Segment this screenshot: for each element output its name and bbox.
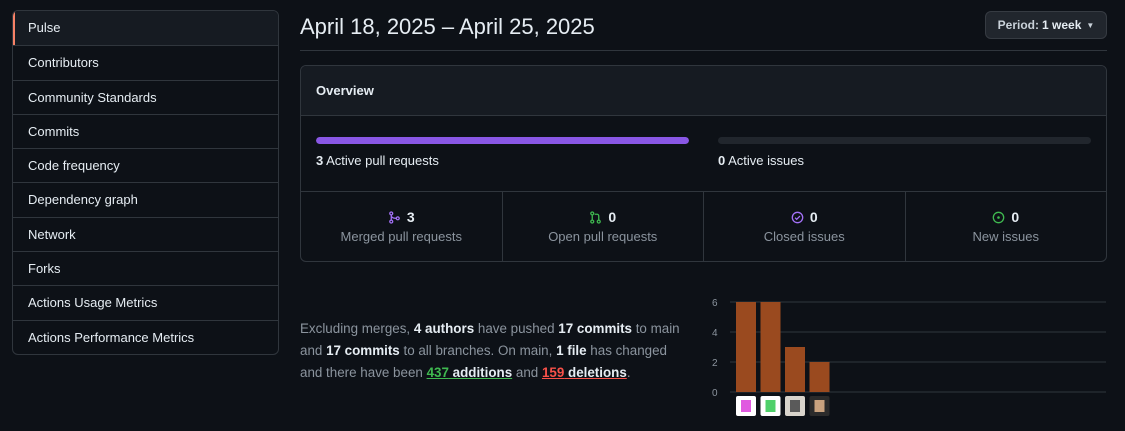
contributor-avatar[interactable] — [809, 396, 830, 416]
contributor-avatar[interactable] — [785, 396, 805, 416]
new-issues-label: New issues — [972, 229, 1039, 244]
overview-progress: 3 Active pull requests 0 Active issues — [301, 116, 1106, 192]
new-issues-count: 0 — [1011, 209, 1020, 225]
stat-closed-issues[interactable]: 0 Closed issues — [703, 192, 905, 261]
check-circle-icon — [791, 211, 804, 223]
pull-request-icon — [590, 210, 602, 224]
summary-text: have pushed — [474, 321, 559, 336]
pulse-date-range: April 18, 2025 – April 25, 2025 — [300, 14, 595, 39]
merge-icon — [388, 210, 400, 224]
header-divider — [300, 50, 1107, 51]
open-prs-count: 0 — [608, 209, 617, 225]
avatar-figure — [741, 400, 751, 412]
y-tick-label: 2 — [712, 358, 718, 369]
y-tick-label: 6 — [712, 298, 718, 309]
commits-all-count: 17 commits — [326, 343, 400, 358]
contributor-avatar[interactable] — [760, 396, 781, 416]
dot-circle-icon — [992, 211, 1005, 223]
chart-bar — [809, 362, 830, 392]
authors-count: 4 authors — [413, 321, 475, 336]
sidebar-item-pulse[interactable]: Pulse — [13, 11, 278, 46]
active-prs-link[interactable]: 3 Active pull requests — [316, 153, 439, 168]
additions-count: 437 — [426, 365, 449, 380]
contributor-avatar[interactable] — [736, 396, 756, 416]
sidebar-item-actions-usage-metrics[interactable]: Actions Usage Metrics — [13, 285, 278, 319]
y-tick-label: 0 — [712, 388, 718, 399]
repo-insights-sidebar: Pulse Contributors Community Standards Comm… — [12, 10, 279, 355]
sidebar-item-code-frequency[interactable]: Code frequency — [13, 148, 278, 182]
summary-text: and — [512, 365, 542, 380]
overview-title: Overview — [301, 66, 1106, 116]
active-prs-count: 3 — [316, 153, 324, 168]
stat-open-prs[interactable]: 0 Open pull requests — [501, 192, 704, 261]
summary-text: . — [626, 365, 631, 380]
deletions-word: deletions — [564, 365, 627, 380]
deletions-count: 159 — [541, 365, 565, 380]
sidebar-item-contributors[interactable]: Contributors — [13, 45, 278, 79]
additions-word: additions — [448, 365, 513, 380]
chart-bar — [785, 347, 805, 392]
y-tick-label: 4 — [712, 328, 718, 339]
sidebar-item-dependency-graph[interactable]: Dependency graph — [13, 182, 278, 216]
stat-new-issues[interactable]: 0 New issues — [904, 192, 1107, 261]
active-issues-count: 0 — [718, 153, 726, 168]
summary-text: Excluding merges, — [300, 321, 414, 336]
avatar-figure — [765, 400, 776, 412]
merged-prs-count: 3 — [406, 209, 415, 225]
stat-merged-prs[interactable]: 3 Merged pull requests — [301, 192, 502, 261]
issues-progress-bar — [718, 137, 1091, 144]
sidebar-item-actions-performance-metrics[interactable]: Actions Performance Metrics — [13, 319, 278, 354]
avatar-figure — [814, 400, 825, 412]
overview-stats: 3 Merged pull requests 0 Open pull reque… — [301, 192, 1106, 261]
sidebar-item-commits[interactable]: Commits — [13, 113, 278, 148]
period-prefix: Period: — [997, 18, 1040, 32]
sidebar-item-network[interactable]: Network — [13, 216, 278, 251]
merged-prs-label: Merged pull requests — [340, 229, 462, 244]
deletions-link[interactable]: 159 deletions — [542, 365, 627, 380]
period-value: 1 week — [1042, 18, 1082, 32]
chart-bar — [760, 302, 781, 392]
sidebar-item-community-standards[interactable]: Community Standards — [13, 79, 278, 114]
chart-bar — [736, 302, 756, 392]
sidebar-item-forks[interactable]: Forks — [13, 251, 278, 285]
closed-issues-count: 0 — [809, 209, 818, 225]
summary-text: to all branches. On main, — [399, 343, 557, 358]
commit-summary: Excluding merges, 4 authors have pushed … — [300, 318, 690, 384]
pr-progress-bar — [316, 137, 689, 144]
period-dropdown-button[interactable]: Period: 1 week ▼ — [985, 11, 1107, 39]
closed-issues-label: Closed issues — [763, 229, 845, 244]
additions-link[interactable]: 437 additions — [427, 365, 513, 380]
commits-main-count: 17 commits — [558, 321, 632, 336]
files-changed-count: 1 file — [556, 343, 587, 358]
active-issues-link[interactable]: 0 Active issues — [718, 153, 804, 168]
open-prs-label: Open pull requests — [548, 229, 658, 244]
overview-panel: Overview 3 Active pull requests 0 Active… — [300, 65, 1107, 262]
active-issues-label: Active issues — [728, 153, 805, 168]
active-prs-label: Active pull requests — [326, 153, 439, 168]
pr-progress-fill — [316, 137, 689, 144]
commits-by-author-chart: 0 2 4 6 — [712, 298, 1106, 416]
caret-down-icon: ▼ — [1086, 20, 1095, 30]
avatar-figure — [790, 400, 800, 412]
